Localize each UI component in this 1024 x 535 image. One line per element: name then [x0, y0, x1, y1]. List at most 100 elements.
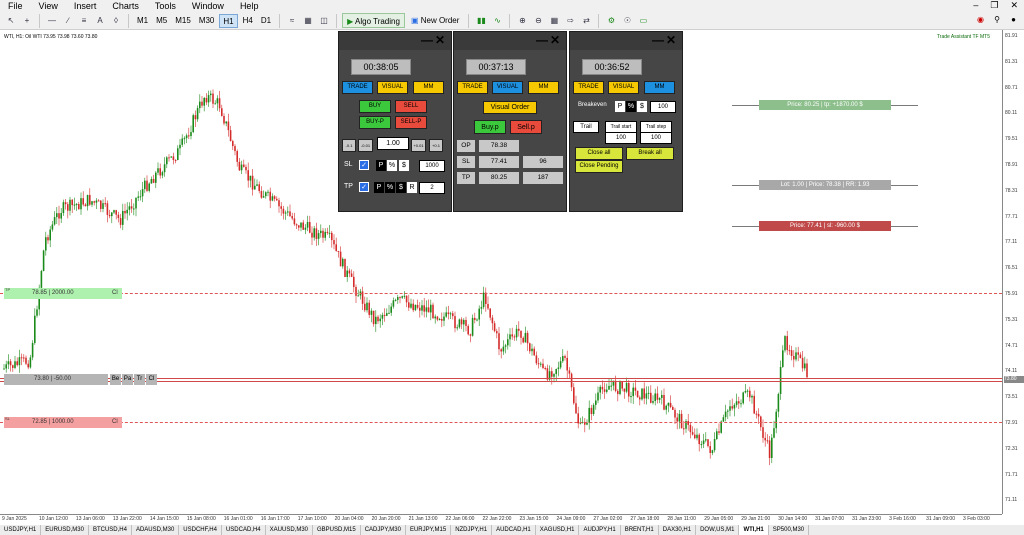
tab-mm[interactable]: MM — [644, 81, 675, 94]
depth-icon[interactable]: ▭ — [636, 13, 650, 28]
be-mode-points[interactable]: P — [615, 101, 625, 112]
tp-mode-percent[interactable]: % — [385, 182, 395, 193]
symbol-tab[interactable]: AUDCAD,H1 — [492, 525, 536, 535]
tf-m5[interactable]: M5 — [153, 14, 170, 28]
visual-sl-label[interactable]: Price: 77.41 | sl: -960.00 $ — [759, 221, 891, 231]
chart-area[interactable]: WTI, H1: Oil WTI 73.95 73.98 73.60 73.80… — [0, 30, 1002, 514]
hline-icon[interactable]: — — [45, 13, 59, 28]
close-pending-button[interactable]: Close Pending — [575, 160, 623, 173]
trailing-button[interactable]: Tr — [134, 374, 145, 385]
symbol-tab[interactable]: BRENT,H1 — [621, 525, 659, 535]
symbol-tab[interactable]: GBPUSD,M15 — [313, 525, 361, 535]
tab-visual[interactable]: VISUAL — [492, 81, 523, 94]
tp-input[interactable]: 2 — [419, 182, 445, 194]
indicators-icon[interactable]: ≈ — [285, 13, 299, 28]
menu-view[interactable]: View — [31, 0, 66, 12]
buy-pending-button[interactable]: BUY-P — [359, 116, 391, 129]
sl-mode-percent[interactable]: % — [387, 160, 397, 171]
symbol-tab[interactable]: XAGUSD,H1 — [536, 525, 580, 535]
symbol-tab[interactable]: USDJPY,H1 — [0, 525, 42, 535]
tab-trade[interactable]: TRADE — [457, 81, 488, 94]
channel-icon[interactable]: ≡ — [77, 13, 91, 28]
text-icon[interactable]: A — [93, 13, 107, 28]
entry-close-button[interactable]: Cl — [146, 374, 157, 385]
buy-pending-button[interactable]: Buy.p — [474, 120, 506, 134]
visual-order-button[interactable]: Visual Order — [483, 101, 537, 114]
profiles-icon[interactable]: ◫ — [317, 13, 331, 28]
minimize-icon[interactable]: — — [421, 33, 433, 47]
symbol-tab[interactable]: USDCHF,H4 — [179, 525, 222, 535]
sl-checkbox[interactable]: ✓ — [359, 160, 369, 170]
lot-minus-01-button[interactable]: -0.1 — [342, 139, 356, 152]
partial-close-button[interactable]: Pa — [122, 374, 133, 385]
menu-insert[interactable]: Insert — [66, 0, 105, 12]
panel-header[interactable]: — ✕ — [570, 32, 682, 50]
lot-plus-01-button[interactable]: +0.1 — [429, 139, 443, 152]
minimize-icon[interactable]: – — [973, 0, 978, 11]
tp-tag[interactable]: TP 78.85 | 2000.00 Cl — [4, 287, 122, 299]
tp-mode-ratio[interactable]: R — [407, 182, 417, 193]
menu-window[interactable]: Window — [184, 0, 232, 12]
symbol-tab[interactable]: EURUSD,M30 — [41, 525, 89, 535]
sl-tag[interactable]: SL 72.85 | 1000.00 Cl — [4, 416, 122, 428]
tf-d1[interactable]: D1 — [258, 14, 274, 28]
tf-h4[interactable]: H4 — [240, 14, 256, 28]
signal-icon[interactable]: ☉ — [620, 13, 634, 28]
lot-input[interactable]: 1.00 — [377, 137, 409, 150]
symbol-tab[interactable]: USDCAD,H4 — [222, 525, 266, 535]
trendline-icon[interactable]: ∕ — [61, 13, 75, 28]
zoom-out-icon[interactable]: ⊖ — [531, 13, 545, 28]
symbol-tab[interactable]: EURJPY,M15 — [406, 525, 452, 535]
restore-icon[interactable]: ❐ — [990, 0, 998, 11]
tp-checkbox[interactable]: ✓ — [359, 182, 369, 192]
menu-charts[interactable]: Charts — [104, 0, 147, 12]
breakeven-input[interactable]: 100 — [650, 101, 676, 113]
crosshair-icon[interactable]: + — [20, 13, 34, 28]
be-mode-percent[interactable]: % — [626, 101, 636, 112]
sl-mode-points[interactable]: P — [376, 160, 386, 171]
sl-input[interactable]: 1000 — [419, 160, 445, 172]
tab-visual[interactable]: VISUAL — [608, 81, 639, 94]
visual-tp-label[interactable]: Price: 80.25 | tp: +1870.00 $ — [759, 100, 891, 110]
panel-header[interactable]: — ✕ — [454, 32, 566, 50]
lot-minus-001-button[interactable]: -0.01 — [358, 139, 373, 152]
sell-pending-button[interactable]: Sell.p — [510, 120, 542, 134]
tf-m1[interactable]: M1 — [134, 14, 151, 28]
minimize-icon[interactable]: — — [652, 33, 664, 47]
close-icon[interactable]: ✕ — [435, 33, 445, 47]
close-icon[interactable]: ✕ — [1010, 0, 1018, 11]
tp-close-button[interactable]: Cl — [112, 288, 118, 298]
entry-tag[interactable]: BUY 1 at 73.85 73.80 | -50.00 Be Pa Tr C… — [4, 373, 157, 385]
symbol-tab[interactable]: NZDJPY,H1 — [451, 525, 493, 535]
tf-m15[interactable]: M15 — [172, 14, 194, 28]
bar-chart-icon[interactable]: ▮▮ — [474, 13, 488, 28]
templates-icon[interactable]: ▦ — [301, 13, 315, 28]
symbol-tab[interactable]: AUDJPY,H1 — [579, 525, 621, 535]
sl-line[interactable] — [0, 422, 1002, 423]
close-icon[interactable]: ✕ — [550, 33, 560, 47]
account-icon[interactable]: ● — [1011, 15, 1016, 24]
menu-tools[interactable]: Tools — [147, 0, 184, 12]
visual-lot-label[interactable]: Lot: 1.00 | Price: 78.38 | RR: 1.93 — [759, 180, 891, 190]
trail-step-input[interactable]: 100 — [640, 132, 672, 144]
break-all-button[interactable]: Break all — [626, 147, 674, 160]
be-mode-money[interactable]: $ — [637, 101, 647, 112]
symbol-tab[interactable]: WTI,H1 — [739, 525, 769, 535]
menu-help[interactable]: Help — [232, 0, 267, 12]
symbol-tab[interactable]: ADAUSD,M30 — [132, 525, 180, 535]
menu-file[interactable]: File — [0, 0, 31, 12]
search-icon[interactable]: ⚲ — [994, 15, 1000, 24]
new-order-button[interactable]: ▣ New Order — [407, 13, 463, 28]
zoom-in-icon[interactable]: ⊕ — [515, 13, 529, 28]
tab-visual[interactable]: VISUAL — [377, 81, 408, 94]
shapes-icon[interactable]: ◊ — [109, 13, 123, 28]
buy-button[interactable]: BUY — [359, 100, 391, 113]
sell-button[interactable]: SELL — [395, 100, 427, 113]
symbol-tab[interactable]: XAUUSD,M30 — [266, 525, 313, 535]
tab-trade[interactable]: TRADE — [342, 81, 373, 94]
symbol-tab[interactable]: DOW,US,M1 — [696, 525, 740, 535]
price-axis[interactable]: 81.91 81.31 80.71 80.11 79.51 78.91 78.31 77.71… — [1002, 30, 1024, 514]
settings-icon[interactable]: ⚙ — [604, 13, 618, 28]
breakeven-button[interactable]: Be — [110, 374, 121, 385]
line-chart-icon[interactable]: ∿ — [490, 13, 504, 28]
